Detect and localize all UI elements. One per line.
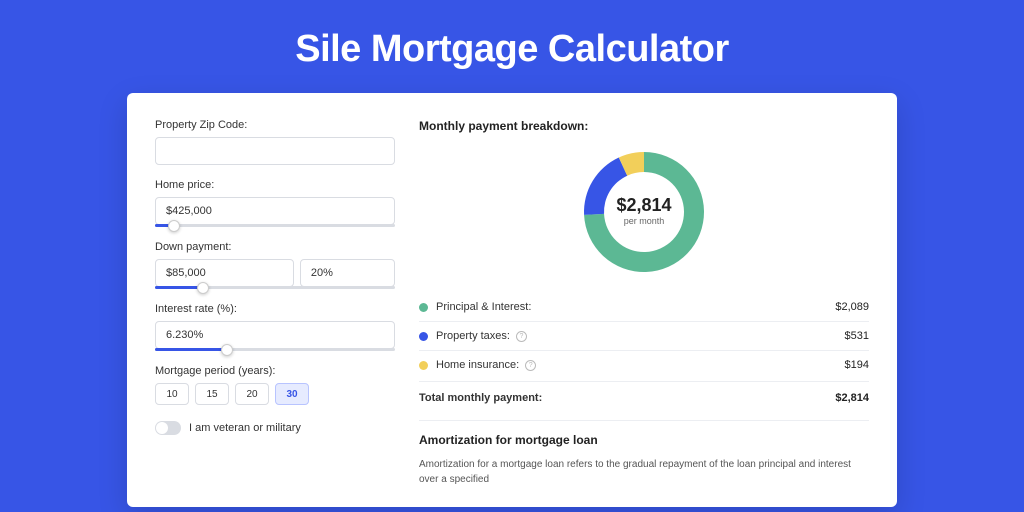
veteran-toggle-row: I am veteran or military bbox=[155, 421, 395, 435]
home-price-field-group: Home price: bbox=[155, 179, 395, 227]
down-payment-pct-input[interactable] bbox=[300, 259, 395, 287]
breakdown-title: Monthly payment breakdown: bbox=[419, 119, 869, 133]
home-price-input[interactable] bbox=[155, 197, 395, 225]
legend-dot bbox=[419, 332, 428, 341]
inputs-panel: Property Zip Code: Home price: Down paym… bbox=[155, 119, 395, 487]
donut-svg: $2,814per month bbox=[579, 147, 709, 277]
down-payment-slider-thumb[interactable] bbox=[197, 282, 209, 294]
amortization-title: Amortization for mortgage loan bbox=[419, 433, 869, 447]
info-icon[interactable]: ? bbox=[525, 360, 536, 371]
calculator-card: Property Zip Code: Home price: Down paym… bbox=[127, 93, 897, 507]
period-option-20[interactable]: 20 bbox=[235, 383, 269, 405]
period-option-10[interactable]: 10 bbox=[155, 383, 189, 405]
donut-sub: per month bbox=[624, 216, 665, 226]
breakdown-value: $531 bbox=[845, 330, 869, 342]
breakdown-value: $194 bbox=[845, 359, 869, 371]
donut-chart: $2,814per month bbox=[419, 147, 869, 277]
breakdown-row: Principal & Interest: $2,089 bbox=[419, 293, 869, 322]
home-price-slider[interactable] bbox=[155, 224, 395, 227]
legend-dot bbox=[419, 303, 428, 312]
zip-field-group: Property Zip Code: bbox=[155, 119, 395, 165]
breakdown-label: Property taxes: bbox=[436, 330, 510, 342]
breakdown-rows: Principal & Interest: $2,089 Property taxe… bbox=[419, 293, 869, 379]
period-options: 10 15 20 30 bbox=[155, 383, 395, 405]
breakdown-label: Principal & Interest: bbox=[436, 301, 531, 313]
zip-input[interactable] bbox=[155, 137, 395, 165]
interest-input[interactable] bbox=[155, 321, 395, 349]
home-price-label: Home price: bbox=[155, 179, 395, 191]
veteran-toggle[interactable] bbox=[155, 421, 181, 435]
period-option-15[interactable]: 15 bbox=[195, 383, 229, 405]
interest-slider-thumb[interactable] bbox=[221, 344, 233, 356]
veteran-label: I am veteran or military bbox=[189, 422, 301, 434]
zip-label: Property Zip Code: bbox=[155, 119, 395, 131]
home-price-slider-thumb[interactable] bbox=[168, 220, 180, 232]
breakdown-row: Property taxes:? $531 bbox=[419, 322, 869, 351]
down-payment-slider-fill bbox=[155, 286, 203, 289]
interest-field-group: Interest rate (%): bbox=[155, 303, 395, 351]
interest-label: Interest rate (%): bbox=[155, 303, 395, 315]
total-label: Total monthly payment: bbox=[419, 392, 542, 404]
legend-dot bbox=[419, 361, 428, 370]
down-payment-label: Down payment: bbox=[155, 241, 395, 253]
down-payment-input[interactable] bbox=[155, 259, 294, 287]
period-option-30[interactable]: 30 bbox=[275, 383, 309, 405]
interest-slider[interactable] bbox=[155, 348, 395, 351]
interest-slider-fill bbox=[155, 348, 227, 351]
page-title: Sile Mortgage Calculator bbox=[0, 0, 1024, 93]
breakdown-label: Home insurance: bbox=[436, 359, 519, 371]
amortization-text: Amortization for a mortgage loan refers … bbox=[419, 457, 869, 487]
period-field-group: Mortgage period (years): 10 15 20 30 bbox=[155, 365, 395, 405]
down-payment-slider[interactable] bbox=[155, 286, 395, 289]
period-label: Mortgage period (years): bbox=[155, 365, 395, 377]
info-icon[interactable]: ? bbox=[516, 331, 527, 342]
total-value: $2,814 bbox=[835, 392, 869, 404]
donut-total: $2,814 bbox=[616, 195, 671, 215]
total-row: Total monthly payment: $2,814 bbox=[419, 381, 869, 416]
amortization-section: Amortization for mortgage loan Amortizat… bbox=[419, 420, 869, 487]
breakdown-value: $2,089 bbox=[835, 301, 869, 313]
breakdown-row: Home insurance:? $194 bbox=[419, 351, 869, 379]
down-payment-field-group: Down payment: bbox=[155, 241, 395, 289]
breakdown-panel: Monthly payment breakdown: $2,814per mon… bbox=[419, 119, 869, 487]
veteran-toggle-knob bbox=[156, 422, 168, 434]
